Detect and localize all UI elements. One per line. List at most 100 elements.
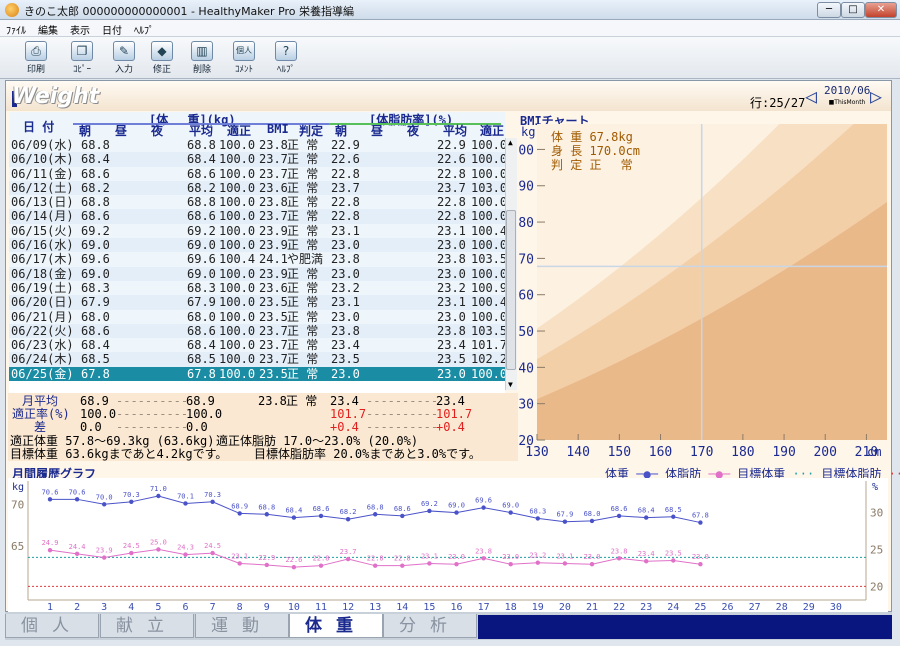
history-day-label: 29	[803, 602, 815, 612]
maximize-button[interactable]: □	[841, 2, 865, 18]
toolbar-label: 入力	[114, 65, 133, 75]
column-header: 平均	[189, 124, 214, 138]
table-cell: 100.0	[219, 352, 256, 367]
table-cell: 68.2	[81, 180, 110, 195]
tab-4[interactable]: 分析	[383, 614, 477, 638]
table-row[interactable]: 06/12(土) 68.2 68.2 100.0 23.6 正 常 23.7 23.7 103.…	[9, 180, 507, 196]
toolbar-comment-button[interactable]: 個人 ｺﾒﾝﾄ	[226, 40, 262, 77]
fat-data-label: 23.0	[584, 553, 601, 561]
scroll-down-icon[interactable]: ▼	[508, 380, 513, 389]
fat-point	[508, 562, 513, 567]
table-cell: 100.9	[471, 280, 508, 295]
tab-0[interactable]: 個人	[5, 614, 99, 638]
table-row[interactable]: 06/19(土) 68.3 68.3 100.0 23.6 正 常 23.2 23.2 100.…	[9, 280, 508, 295]
this-month-button[interactable]: ■ThisMonth	[824, 99, 870, 106]
prev-month-button[interactable]: ◁	[805, 84, 817, 108]
table-row[interactable]: 06/23(水) 68.4 68.4 100.0 23.7 正 常 23.4 23.4 101.…	[9, 338, 507, 353]
bmi-x-tick-label: 150	[608, 445, 631, 460]
trash-icon: ▥	[191, 41, 213, 61]
table-cell: 23.1	[331, 223, 360, 238]
table-cell: 23.8	[259, 195, 288, 210]
bmi-x-tick-label: 170	[690, 445, 713, 460]
table-cell: 23.0	[437, 238, 466, 253]
table-row[interactable]: 06/21(月) 68.0 68.0 100.0 23.5 正 常 23.0 23.0 100.…	[9, 310, 507, 324]
scroll-thumb[interactable]	[506, 210, 516, 370]
table-cell: 67.9	[187, 295, 216, 310]
weight-point	[318, 513, 324, 519]
toolbar-label: ﾍﾙﾌﾟ	[276, 65, 295, 75]
table-cell: 23.0	[437, 366, 466, 381]
weight-data-label: 68.2	[340, 508, 357, 516]
table-row[interactable]: 06/10(木) 68.4 68.4 100.0 23.7 正 常 22.6 22.6 100.…	[9, 152, 507, 167]
close-button[interactable]: ✕	[865, 2, 897, 18]
weight-data-label: 70.3	[204, 491, 221, 499]
fat-point	[644, 559, 649, 564]
history-right-tick: 30	[870, 506, 883, 519]
bmi-info-text: 体 重 67.8kg	[551, 130, 633, 144]
scroll-up-icon[interactable]: ▲	[508, 138, 513, 147]
table-row[interactable]: 06/14(月) 68.6 68.6 100.0 23.7 正 常 22.8 22.8 100.…	[9, 209, 507, 224]
fat-data-label: 24.3	[177, 544, 194, 552]
table-cell: 正 常	[287, 280, 319, 295]
toolbar-copy-button[interactable]: ❐ ｺﾋﾟｰ	[64, 40, 100, 77]
bmi-x-tick-label: 180	[731, 445, 754, 460]
goal-fat-text: 目標体脂肪率 20.0%まであと3.0%です。	[254, 447, 481, 461]
toolbar-trash-button[interactable]: ▥ 削除	[184, 40, 220, 77]
fat-point	[291, 564, 297, 570]
table-cell: 23.1	[437, 223, 466, 238]
table-cell: 100.0	[219, 366, 256, 381]
tab-3[interactable]: 体重	[289, 614, 383, 638]
weight-data-label: 70.3	[123, 491, 140, 499]
table-row[interactable]: 06/13(日) 68.8 68.8 100.0 23.8 正 常 22.8 22.8 100.…	[9, 195, 507, 210]
table-row[interactable]: 06/22(火) 68.6 68.6 100.0 23.7 正 常 23.8 23.8 103.…	[9, 323, 507, 339]
column-header: BMI	[267, 122, 289, 136]
table-cell: 103.5	[471, 252, 508, 267]
table-cell: 68.6	[187, 166, 216, 181]
summary-cell: +0.4	[436, 420, 465, 434]
table-row[interactable]: 06/09(水) 68.8 68.8 100.0 23.8 正 常 22.9 22.9 100.…	[9, 138, 508, 152]
fat-data-label: 23.4	[638, 550, 655, 558]
fat-data-label: 23.1	[556, 552, 573, 560]
history-day-label: 23	[640, 602, 652, 612]
toolbar-input-button[interactable]: ✎ 入力	[106, 40, 142, 77]
menu-help[interactable]: ﾍﾙﾌﾟ	[128, 20, 160, 37]
toolbar-printer-button[interactable]: ⎙ 印刷	[18, 40, 54, 77]
table-body: 06/09(水) 68.8 68.8 100.0 23.8 正 常 22.9 22.9 100.…	[9, 138, 508, 396]
table-cell: 68.3	[81, 280, 110, 295]
history-right-unit: %	[872, 482, 878, 493]
weight-data-label: 68.6	[611, 505, 628, 513]
table-cell: 23.9	[259, 266, 288, 281]
goal-weight-text: 目標体重 63.6kgまであと4.2kgです。	[10, 447, 228, 461]
fat-point	[102, 555, 107, 560]
table-row[interactable]: 06/11(金) 68.6 68.6 100.0 23.7 正 常 22.8 22.8 100.…	[9, 166, 507, 181]
input-icon: ✎	[113, 41, 135, 61]
weight-data-label: 70.6	[69, 488, 86, 496]
table-cell: 23.7	[259, 166, 288, 181]
toolbar-label: 削除	[192, 65, 211, 75]
table-row[interactable]: 06/25(金) 67.8 67.8 100.0 23.5 正 常 23.0 23.0 100.…	[9, 366, 507, 382]
table-row[interactable]: 06/17(木) 69.6 69.6 100.4 24.1 や肥満 23.8 23.8 103.…	[9, 252, 508, 267]
tab-1[interactable]: 献立	[100, 614, 194, 638]
menu-file[interactable]: ﾌｧｲﾙ	[0, 20, 32, 37]
table-row[interactable]: 06/15(火) 69.2 69.2 100.0 23.9 正 常 23.1 23.1 100.…	[9, 223, 507, 238]
fat-point	[562, 561, 568, 566]
table-cell: 06/22(火)	[11, 323, 74, 338]
table-cell: 23.4	[437, 338, 466, 353]
toolbar-help-button[interactable]: ? ﾍﾙﾌﾟ	[268, 40, 304, 77]
menu-view[interactable]: 表示	[64, 20, 96, 37]
table-row[interactable]: 06/24(木) 68.5 68.5 100.0 23.7 正 常 23.5 23.5 102.…	[9, 352, 507, 367]
table-row[interactable]: 06/20(日) 67.9 67.9 100.0 23.5 正 常 23.1 23.1 100.…	[9, 295, 507, 310]
menu-edit[interactable]: 編集	[32, 20, 64, 37]
table-cell: 100.0	[219, 323, 256, 338]
menu-date[interactable]: 日付	[96, 20, 128, 37]
table-cell: 100.0	[471, 138, 508, 152]
weight-point	[291, 515, 297, 520]
minimize-button[interactable]: ─	[817, 2, 841, 18]
copy-icon: ❐	[71, 41, 93, 61]
weight-table[interactable]: [体 重](kg) [体脂肪率](%) 日 付 朝昼夜平均 適正 BMI 判定朝昼夜平…	[9, 112, 508, 396]
table-row[interactable]: 06/18(金) 69.0 69.0 100.0 23.9 正 常 23.0 23.0 100.…	[9, 266, 507, 281]
next-month-button[interactable]: ▷	[870, 84, 882, 108]
toolbar-edit-button[interactable]: ◆ 修正	[144, 40, 180, 77]
table-row[interactable]: 06/16(水) 69.0 69.0 100.0 23.9 正 常 23.0 23.0 100.…	[9, 238, 507, 253]
tab-2[interactable]: 運動	[195, 614, 289, 638]
